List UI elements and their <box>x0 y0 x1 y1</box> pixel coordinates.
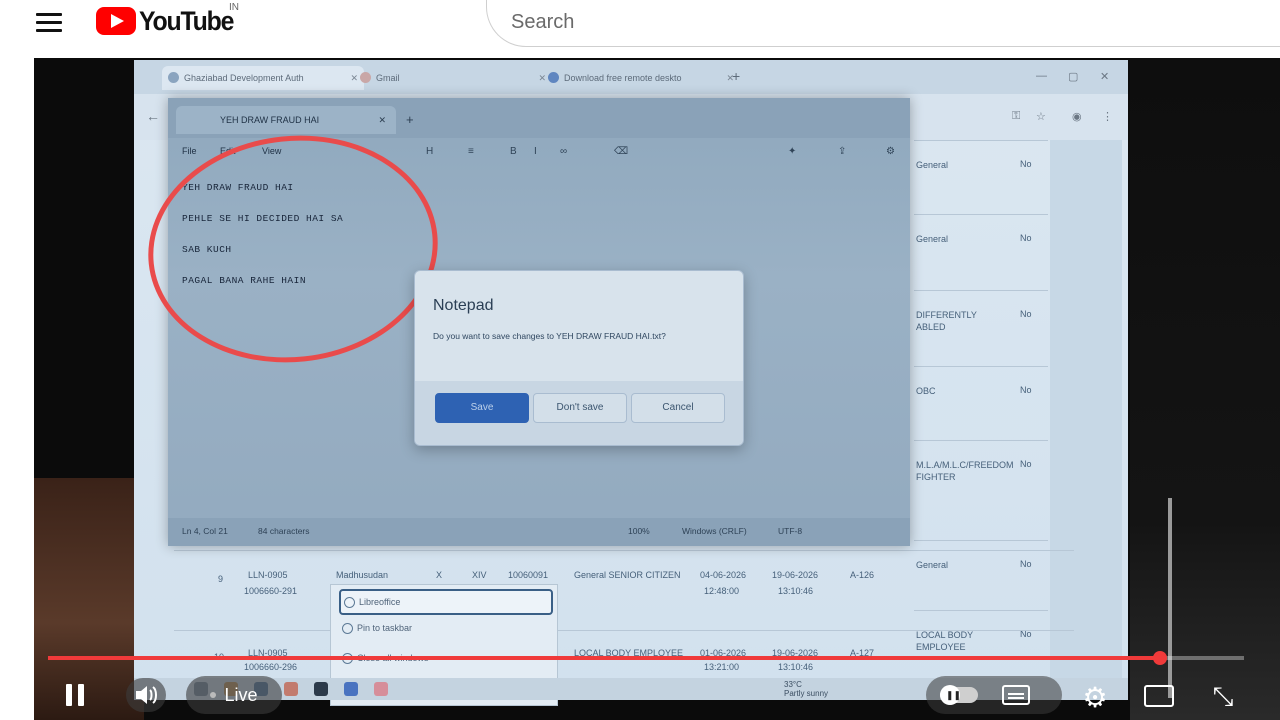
table-row: DIFFERENTLY ABLED No <box>914 290 1048 365</box>
italic-icon[interactable]: I <box>534 146 537 157</box>
new-tab-icon[interactable]: + <box>732 68 740 84</box>
notepad-menubar: File Edit View H ≡ B I ∞ ⌫ ✦ ⇪ ⚙ <box>168 138 910 166</box>
bold-icon[interactable]: B <box>510 146 517 157</box>
dont-save-button[interactable]: Don't save <box>533 393 627 423</box>
menu-edit[interactable]: Edit <box>220 146 236 156</box>
subtitles-icon[interactable] <box>1002 685 1030 705</box>
table-row: 9 LLN-0905 1006660-291 Madhusudan X XIV … <box>174 550 1074 615</box>
menu-file[interactable]: File <box>182 146 197 156</box>
theater-icon <box>1144 685 1174 707</box>
table-row: General No <box>914 214 1048 289</box>
search-input[interactable] <box>509 4 1113 40</box>
volume-button[interactable] <box>126 678 166 712</box>
minimize-icon[interactable]: — <box>1036 70 1047 82</box>
country-code: IN <box>229 2 239 13</box>
copilot-icon[interactable]: ✦ <box>788 146 796 157</box>
search-box[interactable] <box>486 0 1280 47</box>
gear-icon: ⚙ <box>1082 681 1108 713</box>
fullscreen-button[interactable]: ⤡ <box>1206 680 1240 714</box>
fullscreen-icon: ⤡ <box>1212 681 1234 711</box>
heading-icon[interactable]: H <box>426 146 433 157</box>
share-icon[interactable]: ⇪ <box>838 146 846 157</box>
browser-tab-download[interactable]: Download free remote deskto ✕ <box>542 66 740 90</box>
volume-icon <box>136 686 157 704</box>
profile-icon[interactable]: ◉ <box>1072 110 1082 123</box>
star-icon[interactable]: ☆ <box>1036 110 1046 123</box>
notepad-titlebar: YEH DRAW FRAUD HAI ✕ + <box>168 98 910 138</box>
browser-tabbar: Ghaziabad Development Auth ✕ Gmail ✕ Dow… <box>134 60 1128 94</box>
progress-played <box>48 656 1161 660</box>
site-favicon-icon <box>168 72 179 83</box>
autoplay-toggle[interactable]: ❚❚ <box>940 685 978 705</box>
browser-tab-ghaziabad[interactable]: Ghaziabad Development Auth ✕ <box>162 66 364 90</box>
theater-mode-button[interactable] <box>1142 682 1176 710</box>
youtube-logo[interactable]: YouTube <box>96 6 241 36</box>
new-tab-icon[interactable]: + <box>406 112 414 127</box>
context-item-pin-taskbar[interactable]: Pin to taskbar <box>339 617 412 639</box>
save-changes-dialog: Notepad Do you want to save changes to Y… <box>414 270 744 446</box>
clear-format-icon[interactable]: ⌫ <box>614 146 628 157</box>
browser-tab-gmail[interactable]: Gmail ✕ <box>354 66 552 90</box>
notepad-tab[interactable]: YEH DRAW FRAUD HAI ✕ <box>176 106 396 134</box>
close-window-icon[interactable]: ✕ <box>1100 70 1109 83</box>
player-controls: Live ❚❚ ⚙ ⤡ <box>0 672 1280 720</box>
list-icon[interactable]: ≡ <box>468 146 474 157</box>
pause-small-icon: ❚❚ <box>946 690 962 700</box>
pause-button[interactable] <box>60 680 90 710</box>
live-indicator[interactable]: Live <box>186 676 282 714</box>
dialog-footer: Save Don't save Cancel <box>415 381 743 445</box>
room-background-right <box>1130 58 1280 720</box>
notepad-window: YEH DRAW FRAUD HAI ✕ + File Edit View H … <box>136 98 910 546</box>
live-dot-icon <box>210 692 217 698</box>
link-icon[interactable]: ∞ <box>560 146 567 157</box>
menu-icon[interactable] <box>36 10 62 32</box>
notepad-statusbar: Ln 4, Col 21 84 characters 100% Windows … <box>168 518 910 546</box>
youtube-wordmark: YouTube <box>139 5 234 36</box>
table-row: General No <box>914 140 1048 215</box>
projected-screen: Ghaziabad Development Auth ✕ Gmail ✕ Dow… <box>134 60 1128 706</box>
more-options-icon[interactable]: ⋮ <box>1102 110 1113 123</box>
settings-button[interactable]: ⚙ <box>1078 680 1112 714</box>
table-row: OBC No <box>914 366 1048 441</box>
back-arrow-icon[interactable]: ← <box>146 108 160 124</box>
context-item-libreoffice[interactable]: Libreoffice <box>339 589 553 615</box>
text-line: YEH DRAW FRAUD HAI <box>182 182 294 193</box>
youtube-header: YouTube IN <box>0 0 1280 58</box>
player-toggles: ❚❚ <box>926 676 1062 714</box>
close-tab-icon[interactable]: ✕ <box>378 106 386 134</box>
cancel-button[interactable]: Cancel <box>631 393 725 423</box>
dialog-title: Notepad <box>433 297 494 314</box>
progress-bar[interactable] <box>48 651 1244 665</box>
pause-icon <box>66 684 72 706</box>
key-icon[interactable]: ⚿ <box>1012 110 1020 123</box>
video-player[interactable]: Ghaziabad Development Auth ✕ Gmail ✕ Dow… <box>34 58 1280 720</box>
youtube-play-icon <box>96 7 136 35</box>
text-line: PEHLE SE HI DECIDED HAI SA <box>182 213 344 224</box>
mic-stand <box>1168 498 1172 698</box>
menu-view[interactable]: View <box>262 146 281 156</box>
save-button[interactable]: Save <box>435 393 529 423</box>
maximize-icon[interactable]: ▢ <box>1068 70 1078 83</box>
dialog-message: Do you want to save changes to YEH DRAW … <box>433 331 666 341</box>
table-row: M.L.A/M.L.C/FREEDOM FIGHTER No <box>914 440 1048 515</box>
google-favicon-icon <box>360 72 371 83</box>
settings-gear-icon[interactable]: ⚙ <box>886 146 895 157</box>
chrome-favicon-icon <box>548 72 559 83</box>
